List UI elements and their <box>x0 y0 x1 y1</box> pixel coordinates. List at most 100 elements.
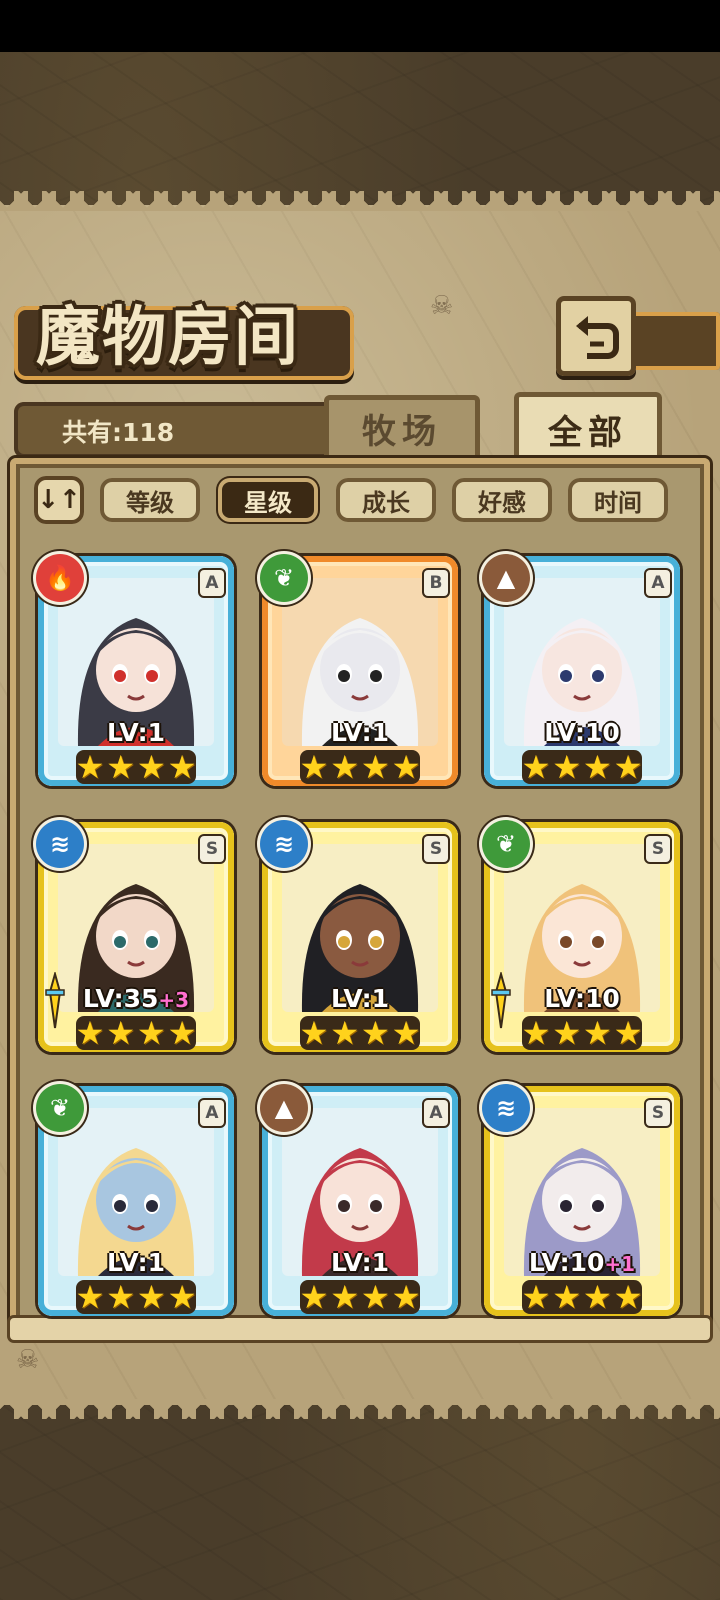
page-title: 魔物房间 <box>36 301 300 375</box>
monster-level: LV:1 <box>58 1248 214 1277</box>
monster-level: LV:10+1 <box>504 1248 660 1277</box>
monster-level: LV:1 <box>282 984 438 1013</box>
star-icon: ★ <box>167 748 197 786</box>
tab-farm[interactable]: 牧场 <box>324 395 480 461</box>
status-bar <box>0 0 720 52</box>
monster-card[interactable]: ▲ A LV:1 ★ ★ ★ ★ <box>260 1084 458 1316</box>
leaf-element-icon: ❦ <box>36 1084 84 1132</box>
sort-time-button[interactable]: 时间 <box>568 478 668 522</box>
rarity-badge: S <box>200 836 224 862</box>
star-icon: ★ <box>299 1014 329 1052</box>
tab-all[interactable]: 全部 <box>514 392 662 466</box>
water-element-icon: ≋ <box>482 1084 530 1132</box>
star-icon: ★ <box>391 1014 421 1052</box>
sort-affection-button[interactable]: 好感 <box>452 478 552 522</box>
level-text: LV:35 <box>82 984 159 1013</box>
water-element-icon: ≋ <box>36 820 84 868</box>
frame-bottom-rail <box>10 1318 710 1340</box>
star-icon: ★ <box>521 748 551 786</box>
sort-level-button[interactable]: 等级 <box>100 478 200 522</box>
star-rating: ★ ★ ★ ★ <box>522 1280 642 1314</box>
level-text: LV:1 <box>330 1248 390 1277</box>
rarity-badge: A <box>200 570 224 596</box>
sort-star-button[interactable]: 星级 <box>218 478 318 522</box>
star-icon: ★ <box>330 1278 359 1316</box>
star-icon: ★ <box>106 748 135 786</box>
level-text: LV:10 <box>544 984 620 1013</box>
star-icon: ★ <box>552 748 581 786</box>
level-bonus: +3 <box>158 988 190 1012</box>
star-rating: ★ ★ ★ ★ <box>76 1280 196 1314</box>
star-icon: ★ <box>613 1014 643 1052</box>
rarity-badge: A <box>646 570 670 596</box>
rarity-badge: B <box>424 570 448 596</box>
star-icon: ★ <box>583 748 612 786</box>
monster-level: LV:10 <box>504 718 660 747</box>
star-icon: ★ <box>75 1278 105 1316</box>
star-icon: ★ <box>137 748 166 786</box>
monster-card[interactable]: ❦ B LV:1 ★ ★ ★ ★ <box>260 554 458 786</box>
skull-icon: ☠ <box>430 291 454 321</box>
rarity-badge: A <box>200 1100 224 1126</box>
sort-growth-button[interactable]: 成长 <box>336 478 436 522</box>
fire-element-icon: 🔥 <box>36 554 84 602</box>
skull-icon: ☠ <box>16 1345 40 1375</box>
monster-card[interactable]: ≋ S LV:35+3 ★ ★ ★ ★ <box>36 820 234 1052</box>
star-icon: ★ <box>391 1278 421 1316</box>
star-icon: ★ <box>521 1014 551 1052</box>
star-icon: ★ <box>330 748 359 786</box>
star-icon: ★ <box>299 1278 329 1316</box>
star-icon: ★ <box>521 1278 551 1316</box>
monster-level: LV:1 <box>58 718 214 747</box>
star-rating: ★ ★ ★ ★ <box>300 1016 420 1050</box>
star-icon: ★ <box>75 1014 105 1052</box>
rarity-badge: S <box>424 836 448 862</box>
rarity-badge: S <box>646 1100 670 1126</box>
star-icon: ★ <box>361 1278 390 1316</box>
monster-card[interactable]: ❦ A LV:1 ★ ★ ★ ★ <box>36 1084 234 1316</box>
star-icon: ★ <box>613 748 643 786</box>
star-icon: ★ <box>613 1278 643 1316</box>
star-icon: ★ <box>583 1278 612 1316</box>
monster-card[interactable]: ≋ S LV:1 ★ ★ ★ ★ <box>260 820 458 1052</box>
monster-level: LV:1 <box>282 1248 438 1277</box>
monster-card[interactable]: ≋ S LV:10+1 ★ ★ ★ ★ <box>482 1084 680 1316</box>
monster-card[interactable]: ❦ S LV:10 ★ ★ ★ ★ <box>482 820 680 1052</box>
star-icon: ★ <box>106 1014 135 1052</box>
star-icon: ★ <box>106 1278 135 1316</box>
star-icon: ★ <box>552 1278 581 1316</box>
monster-level: LV:35+3 <box>58 984 214 1013</box>
level-text: LV:1 <box>330 984 390 1013</box>
rarity-badge: S <box>646 836 670 862</box>
level-bonus: +1 <box>604 1252 636 1276</box>
star-icon: ★ <box>583 1014 612 1052</box>
monster-card[interactable]: ▲ A LV:10 ★ ★ ★ ★ <box>482 554 680 786</box>
star-icon: ★ <box>167 1014 197 1052</box>
leaf-element-icon: ❦ <box>260 554 308 602</box>
monster-level: LV:10 <box>504 984 660 1013</box>
star-icon: ★ <box>299 748 329 786</box>
level-text: LV:10 <box>544 718 620 747</box>
star-rating: ★ ★ ★ ★ <box>522 750 642 784</box>
star-rating: ★ ★ ★ ★ <box>76 750 196 784</box>
back-arrow-icon <box>576 316 619 359</box>
star-icon: ★ <box>167 1278 197 1316</box>
star-rating: ★ ★ ★ ★ <box>522 1016 642 1050</box>
star-icon: ★ <box>391 748 421 786</box>
back-rail <box>630 312 720 370</box>
water-element-icon: ≋ <box>260 820 308 868</box>
sort-order-toggle[interactable]: ↓↑ <box>34 476 84 524</box>
monster-count: 共有:118 <box>62 418 175 447</box>
level-text: LV:10 <box>528 1248 605 1277</box>
monster-level: LV:1 <box>282 718 438 747</box>
star-icon: ★ <box>552 1014 581 1052</box>
star-icon: ★ <box>137 1278 166 1316</box>
monster-card[interactable]: 🔥 A LV:1 ★ ★ ★ ★ <box>36 554 234 786</box>
star-icon: ★ <box>330 1014 359 1052</box>
level-text: LV:1 <box>106 718 166 747</box>
back-button[interactable] <box>556 296 636 376</box>
level-text: LV:1 <box>106 1248 166 1277</box>
leaf-element-icon: ❦ <box>482 820 530 868</box>
star-icon: ★ <box>361 748 390 786</box>
earth-element-icon: ▲ <box>482 554 530 602</box>
